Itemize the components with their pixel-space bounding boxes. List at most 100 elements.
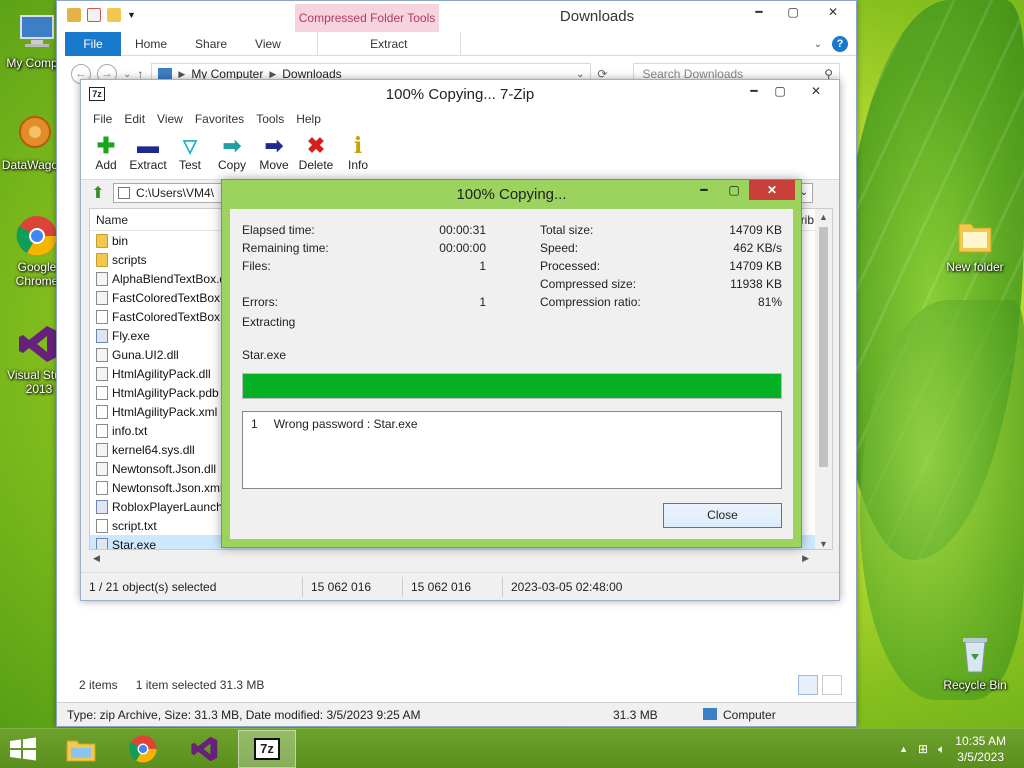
7zip-statusbar: 1 / 21 object(s) selected 15 062 016 15 … [81, 572, 839, 600]
message-text: Wrong password : Star.exe [273, 417, 418, 431]
explorer-title: Downloads [559, 8, 635, 25]
copy-button[interactable]: ➡ Copy [213, 133, 251, 173]
delete-label: Delete [298, 158, 334, 172]
address-dropdown-icon[interactable]: ⌄ [576, 69, 584, 80]
test-button[interactable]: ▽ Test [171, 134, 209, 172]
taskbar-chrome[interactable] [114, 730, 172, 768]
maximize-button[interactable]: ▢ [776, 1, 810, 23]
horizontal-scrollbar[interactable]: ◀ ▶ [89, 552, 833, 569]
operation-label: Extracting [242, 315, 296, 329]
file-icon [96, 347, 108, 362]
properties-icon[interactable] [87, 8, 101, 22]
computer-icon [15, 10, 59, 54]
copy-label: Copy [217, 158, 246, 172]
scroll-down-icon[interactable]: ▼ [815, 539, 832, 549]
start-button[interactable] [8, 737, 38, 761]
close-dialog-button[interactable]: Close [663, 503, 782, 528]
menu-help[interactable]: Help [290, 112, 327, 126]
minimize-button[interactable]: ━ [741, 80, 767, 102]
customize-arrow-icon[interactable]: ▼ [127, 10, 136, 20]
extract-button[interactable]: ▬ Extract [129, 134, 167, 173]
file-details: Type: zip Archive, Size: 31.3 MB, Date m… [67, 708, 421, 722]
tab-file[interactable]: File [65, 31, 121, 56]
total-size-label: Total size: [540, 223, 594, 237]
delete-x-icon: ✖ [306, 133, 326, 158]
tab-extract[interactable]: Extract [316, 31, 461, 56]
visual-studio-icon [17, 322, 61, 366]
remaining-time-value: 00:00:00 [439, 241, 486, 255]
delete-button[interactable]: ✖ Delete [297, 133, 335, 173]
info-label: Info [347, 158, 368, 172]
large-icons-view-icon[interactable] [822, 675, 842, 695]
message-row[interactable]: 1 Wrong password : Star.exe [251, 417, 418, 431]
expand-ribbon-icon[interactable]: ⌄ [814, 39, 822, 50]
explorer-status: 2 items 1 item selected 31.3 MB [79, 678, 264, 692]
menu-tools[interactable]: Tools [250, 112, 290, 126]
help-icon[interactable]: ? [832, 36, 848, 52]
show-hidden-icons-icon[interactable]: ▲ [899, 744, 908, 754]
vertical-scrollbar[interactable]: ▲ ▼ [815, 209, 832, 549]
minimize-button[interactable]: ━ [742, 1, 776, 23]
file-name: HtmlAgilityPack.xml [112, 404, 218, 419]
add-label: Add [95, 158, 117, 172]
copy-arrow-icon: ➡ [222, 133, 242, 158]
tab-share[interactable]: Share [181, 32, 241, 56]
file-name: kernel64.sys.dll [112, 442, 195, 457]
file-name: scripts [112, 252, 147, 267]
explorer-window-controls: ━ ▢ ✕ [742, 1, 856, 23]
taskbar-7zip[interactable]: 7z [238, 730, 296, 768]
folder-properties-icon[interactable] [67, 8, 81, 22]
file-icon [96, 461, 108, 476]
close-button[interactable]: ✕ [810, 1, 856, 23]
network-icon[interactable]: ⊞ [918, 742, 928, 756]
details-view-icon[interactable] [798, 675, 818, 695]
tab-home[interactable]: Home [121, 32, 181, 56]
exe-file-icon [96, 499, 108, 514]
file-name: Fly.exe [112, 328, 150, 343]
7zip-title: 100% Copying... 7-Zip [385, 86, 535, 103]
volume-icon[interactable]: 🔈︎ [938, 742, 945, 757]
compression-ratio-value: 81% [757, 295, 782, 309]
messages-list[interactable]: 1 Wrong password : Star.exe [242, 411, 782, 489]
current-file-label: Star.exe [242, 348, 287, 362]
scroll-up-icon[interactable]: ▲ [815, 209, 832, 225]
add-button[interactable]: ✚ Add [87, 134, 125, 173]
remaining-time-label: Remaining time: [242, 241, 329, 255]
file-icon [96, 309, 108, 324]
scroll-right-icon[interactable]: ▶ [802, 553, 809, 564]
clock[interactable]: 10:35 AM 3/5/2023 [955, 733, 1006, 765]
errors-value: 1 [479, 295, 486, 309]
progress-titlebar: 100% Copying... ━ ▢ ✕ [222, 180, 801, 209]
compressed-folder-tools-tab[interactable]: Compressed Folder Tools [295, 4, 439, 32]
modified-value: 2023-03-05 02:48:00 [511, 579, 623, 594]
taskbar-visual-studio[interactable] [176, 730, 234, 768]
file-explorer-icon [66, 740, 96, 762]
minimize-button[interactable]: ━ [689, 180, 719, 200]
desktop-icon-label: Recycle Bin [943, 678, 1007, 692]
new-folder-icon[interactable] [107, 8, 121, 22]
recycle-bin-icon [953, 632, 997, 676]
desktop-icon-new-folder[interactable]: New folder [940, 214, 1010, 274]
desktop-icon-recycle-bin[interactable]: Recycle Bin [940, 632, 1010, 692]
speed-value: 462 KB/s [733, 241, 782, 255]
clock-time: 10:35 AM [955, 734, 1006, 748]
scroll-left-icon[interactable]: ◀ [93, 553, 100, 564]
menu-file[interactable]: File [87, 112, 118, 126]
folder-up-icon[interactable]: ⬆ [87, 183, 109, 203]
close-button[interactable]: ✕ [793, 80, 839, 102]
menu-view[interactable]: View [151, 112, 189, 126]
path-text: C:\Users\VM4\ [136, 186, 215, 200]
close-button[interactable]: ✕ [749, 180, 795, 200]
taskbar-file-explorer[interactable] [52, 730, 110, 768]
info-button[interactable]: i Info [339, 134, 377, 172]
recent-locations-icon[interactable]: ⌄ [123, 69, 131, 80]
scroll-thumb[interactable] [819, 227, 828, 467]
view-buttons [798, 675, 842, 695]
move-button[interactable]: ➡ Move [255, 134, 293, 173]
explorer-titlebar: ▼ Compressed Folder Tools Downloads ━ ▢ … [57, 1, 856, 32]
tab-view[interactable]: View [241, 32, 295, 56]
maximize-button[interactable]: ▢ [719, 180, 749, 200]
menu-edit[interactable]: Edit [118, 112, 151, 126]
maximize-button[interactable]: ▢ [767, 80, 793, 102]
menu-favorites[interactable]: Favorites [189, 112, 250, 126]
